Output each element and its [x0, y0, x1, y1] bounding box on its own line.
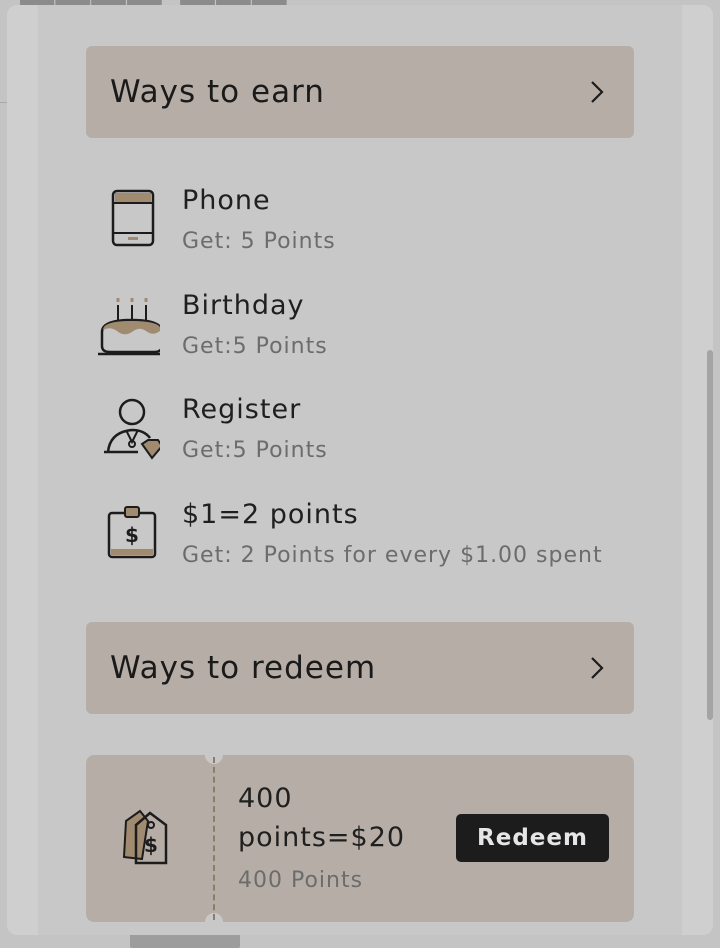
coupon-title: 400 points=$20: [238, 783, 406, 853]
ways-to-earn-title: Ways to earn: [110, 74, 325, 110]
chevron-right-icon: [584, 79, 610, 105]
svg-text:$: $: [144, 833, 158, 857]
redeem-button[interactable]: Redeem: [456, 814, 609, 862]
ways-to-earn-header[interactable]: Ways to earn: [86, 46, 634, 138]
rewards-panel: Ways to earn Phone Get: 5 Points Birthda…: [7, 5, 713, 935]
earn-item-phone: Phone Get: 5 Points: [86, 185, 646, 275]
register-user-icon: [92, 394, 164, 462]
ways-to-redeem-header[interactable]: Ways to redeem: [86, 622, 634, 714]
earn-item-title: Birthday: [182, 290, 305, 321]
earn-item-subtitle: Get: 2 Points for every $1.00 spent: [182, 543, 603, 568]
redeem-coupon-card: $ 400 points=$20 400 Points Redeem: [86, 746, 634, 931]
panel-scrollbar[interactable]: [707, 350, 713, 720]
price-tag-icon: $: [120, 807, 180, 869]
earn-item-subtitle: Get: 5 Points: [182, 229, 336, 254]
spend-clipboard-icon: $: [92, 499, 160, 567]
earn-item-subtitle: Get:5 Points: [182, 334, 328, 359]
birthday-cake-icon: [92, 290, 166, 358]
earn-item-title: Phone: [182, 185, 271, 216]
earn-item-spend: $ $1=2 points Get: 2 Points for every $1…: [86, 499, 646, 589]
earn-item-subtitle: Get:5 Points: [182, 438, 328, 463]
chevron-right-icon: [584, 655, 610, 681]
earn-item-title: $1=2 points: [182, 499, 359, 530]
ways-to-redeem-title: Ways to redeem: [110, 650, 377, 686]
coupon-subtitle: 400 Points: [238, 868, 364, 893]
svg-text:$: $: [125, 523, 139, 547]
phone-icon: [92, 185, 160, 253]
earn-item-birthday: Birthday Get:5 Points: [86, 290, 646, 380]
coupon-separator: [213, 757, 215, 920]
earn-item-register: Register Get:5 Points: [86, 394, 646, 484]
earn-item-title: Register: [182, 394, 302, 425]
